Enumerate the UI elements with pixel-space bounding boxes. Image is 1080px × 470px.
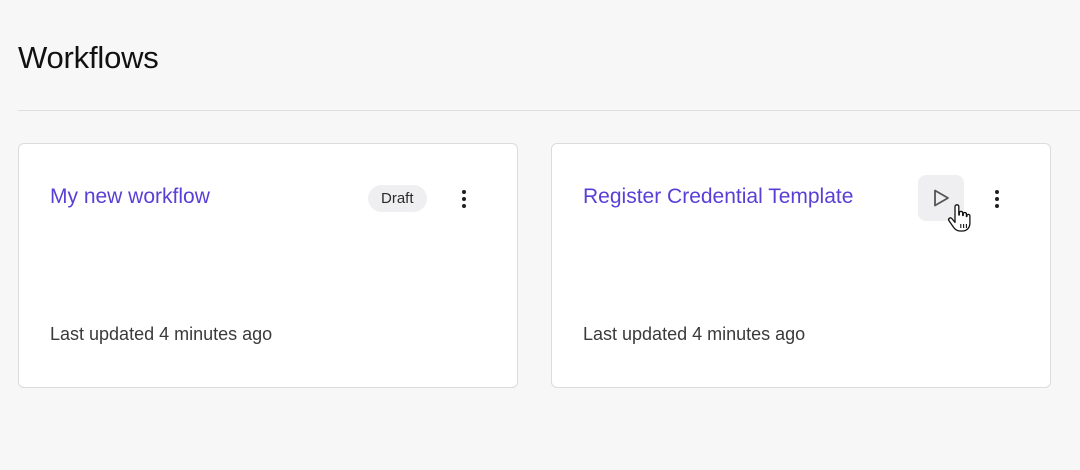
workflow-card[interactable]: My new workflow Draft Last updated 4 min… bbox=[18, 143, 518, 388]
last-updated-text: Last updated 4 minutes ago bbox=[50, 324, 273, 344]
workflow-card[interactable]: Register Credential Template Last update… bbox=[551, 143, 1051, 388]
more-options-button[interactable] bbox=[982, 184, 1012, 214]
status-badge: Draft bbox=[368, 185, 427, 212]
last-updated-text: Last updated 4 minutes ago bbox=[583, 324, 806, 344]
more-options-button[interactable] bbox=[449, 184, 479, 214]
page-title: Workflows bbox=[18, 40, 159, 75]
workflow-title-link[interactable]: My new workflow bbox=[50, 185, 210, 209]
more-vertical-icon bbox=[995, 190, 999, 208]
more-vertical-icon bbox=[462, 190, 466, 208]
play-icon bbox=[934, 189, 949, 207]
workflow-title-link[interactable]: Register Credential Template bbox=[583, 185, 853, 209]
run-workflow-button[interactable] bbox=[918, 175, 964, 221]
header-divider bbox=[18, 110, 1080, 111]
